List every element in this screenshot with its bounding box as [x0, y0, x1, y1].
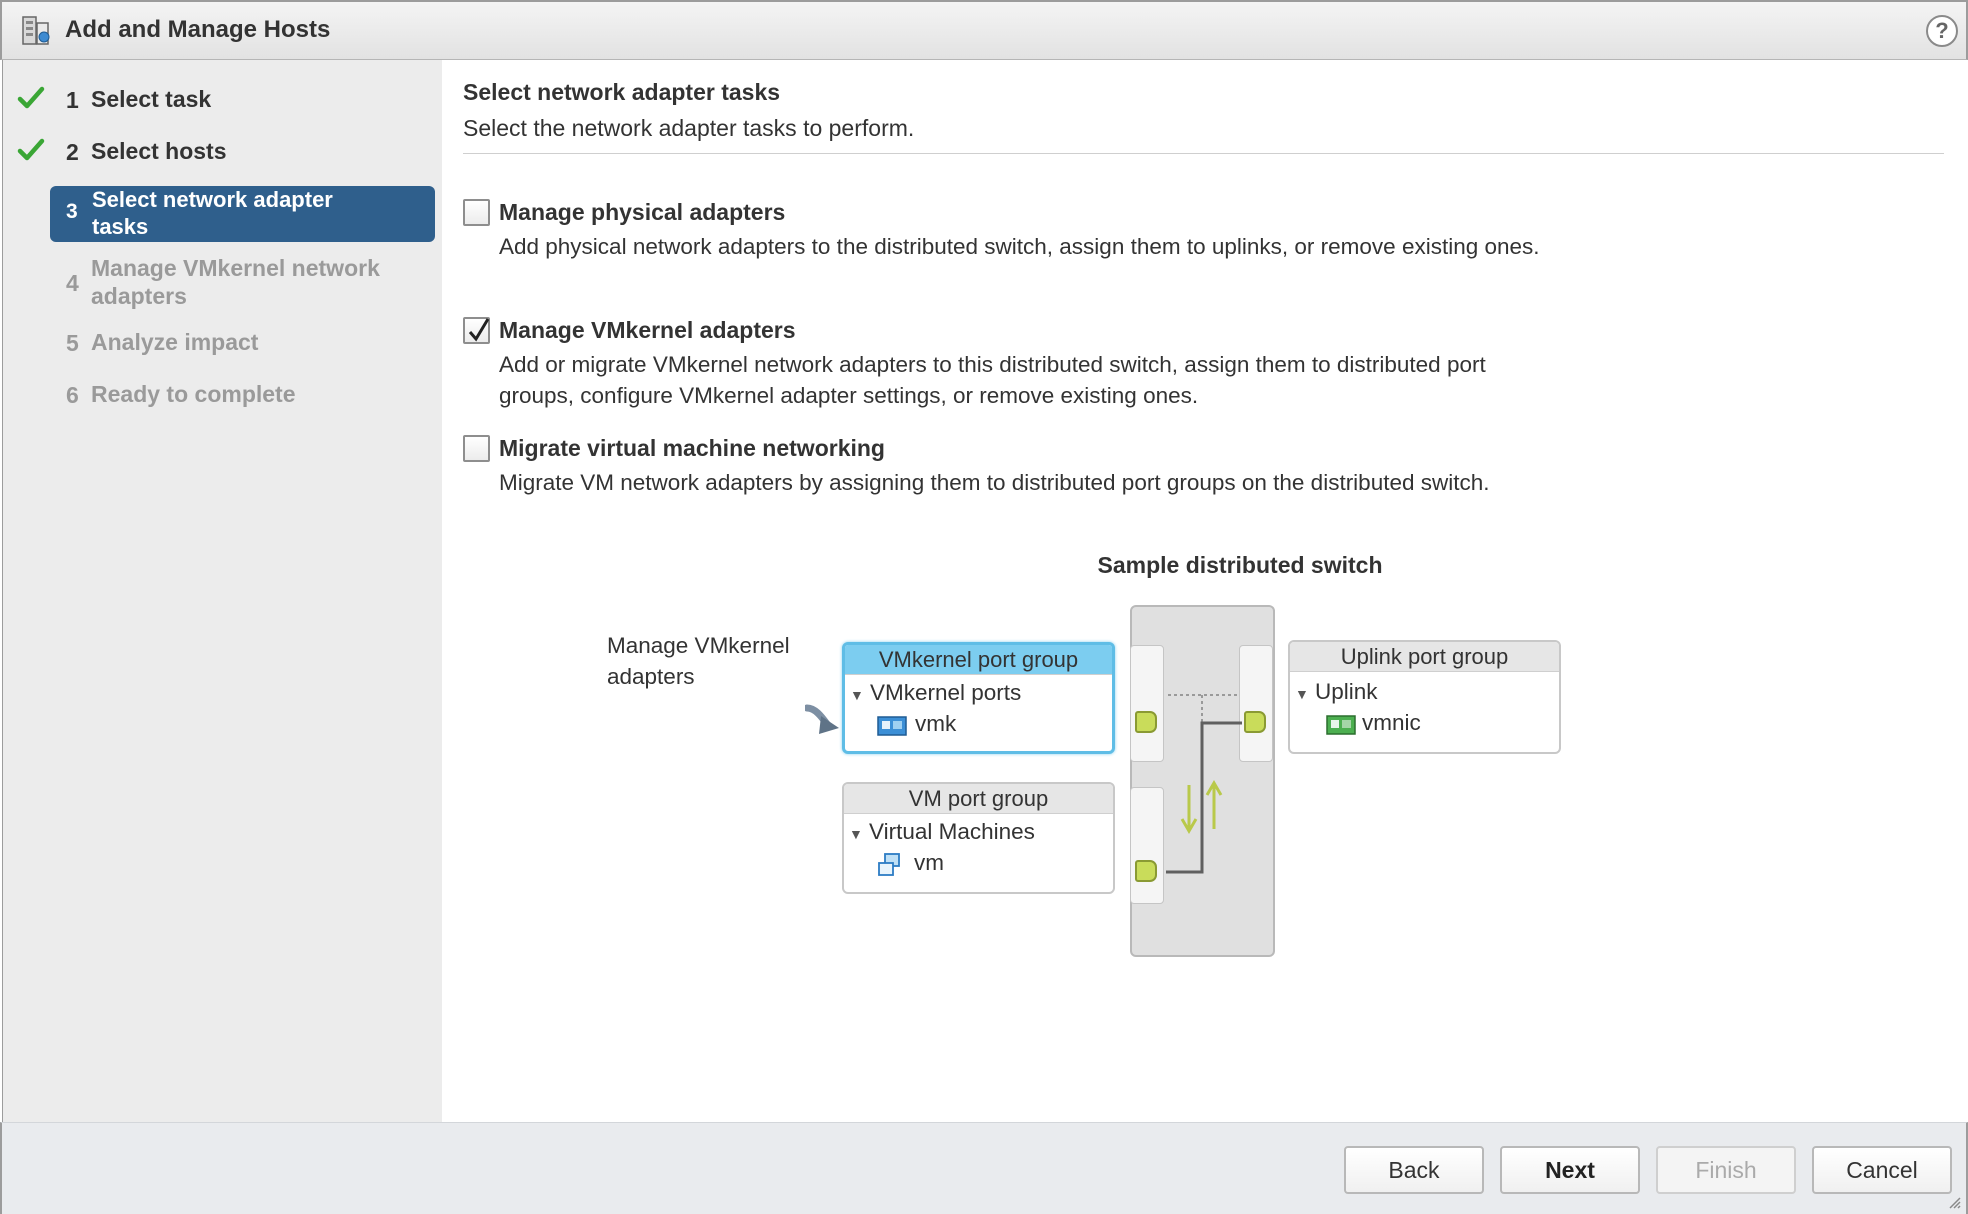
page-title: Select network adapter tasks — [463, 79, 781, 105]
option-description: Migrate VM network adapters by assigning… — [499, 470, 1490, 495]
vmkernel-port-group: VMkernel port group ▼ VMkernel ports vmk — [842, 642, 1115, 754]
page-subtitle: Select the network adapter tasks to perf… — [463, 115, 915, 141]
virtual-machines-label: Virtual Machines — [869, 819, 1035, 844]
step-number: 4 — [66, 270, 79, 296]
option-manage-vmkernel-adapters: Manage VMkernel adapters Add or migrate … — [463, 317, 1613, 408]
divider — [463, 153, 1944, 154]
title-bar: Add and Manage Hosts ? — [0, 0, 1968, 60]
step-number: 6 — [66, 382, 79, 408]
vm-icon — [876, 852, 902, 878]
vmkernel-ports-label: VMkernel ports — [870, 680, 1022, 705]
uplink-label: Uplink — [1315, 679, 1378, 704]
back-button[interactable]: Back — [1344, 1146, 1484, 1194]
distributed-switch — [1130, 605, 1275, 957]
vmkernel-adapter-icon — [877, 715, 907, 737]
step-number: 2 — [66, 139, 79, 165]
manage-physical-adapters-checkbox[interactable] — [463, 199, 490, 226]
expand-triangle-icon: ▼ — [849, 826, 863, 842]
option-migrate-vm-networking: Migrate virtual machine networking Migra… — [463, 435, 1613, 525]
vm-item: vm — [914, 850, 944, 875]
option-description: Add or migrate VMkernel network adapters… — [499, 352, 1486, 408]
finish-button[interactable]: Finish — [1656, 1146, 1796, 1194]
vm-port-icon — [1135, 860, 1157, 882]
uplink-port-group-header: Uplink port group — [1290, 642, 1559, 672]
curved-arrow-icon — [803, 702, 845, 738]
step-analyze-impact: 5 Analyze impact — [3, 328, 443, 364]
step-label: Analyze impact — [91, 329, 259, 355]
wizard-steps-nav: 1 Select task 2 Select hosts 3 Select ne… — [2, 60, 442, 1122]
step-select-task[interactable]: 1 Select task — [3, 85, 443, 121]
uplink-port-icon — [1244, 711, 1266, 733]
step-select-hosts[interactable]: 2 Select hosts — [3, 137, 443, 173]
expand-triangle-icon: ▼ — [1295, 686, 1309, 702]
vmk-item: vmk — [915, 711, 957, 736]
window-title: Add and Manage Hosts — [65, 16, 331, 43]
option-title: Manage VMkernel adapters — [499, 317, 796, 343]
manage-vmkernel-adapters-checkbox[interactable] — [463, 317, 490, 344]
step-label: Select task — [91, 86, 212, 112]
switch-wiring — [1166, 694, 1242, 874]
vm-port-group: VM port group ▼ Virtual Machines vm — [842, 782, 1115, 894]
option-description: Add physical network adapters to the dis… — [499, 234, 1540, 259]
step-label: Select network adapter tasks — [92, 187, 333, 239]
option-manage-physical-adapters: Manage physical adapters Add physical ne… — [463, 199, 1613, 289]
step-label: Manage VMkernel network adapters — [91, 255, 380, 309]
expand-triangle-icon: ▼ — [850, 687, 864, 703]
step-select-network-adapter-tasks[interactable]: 3 Select network adapter tasks — [50, 186, 435, 242]
step-label: Ready to complete — [91, 381, 296, 407]
step-manage-vmkernel-adapters: 4 Manage VMkernel network adapters — [3, 254, 443, 312]
next-button[interactable]: Next — [1500, 1146, 1640, 1194]
vmkernel-port-group-header: VMkernel port group — [845, 645, 1112, 675]
step-number: 3 — [66, 200, 78, 223]
uplink-port-group: Uplink port group ▼ Uplink vmnic — [1288, 640, 1561, 754]
diagram-note: Manage VMkernel adapters — [607, 633, 790, 689]
step-number: 1 — [66, 87, 79, 113]
cancel-button[interactable]: Cancel — [1812, 1146, 1952, 1194]
migrate-vm-networking-checkbox[interactable] — [463, 435, 490, 462]
option-title: Manage physical adapters — [499, 199, 786, 225]
checkmark-icon — [17, 136, 45, 164]
checkmark-icon — [17, 84, 45, 112]
help-icon[interactable]: ? — [1926, 15, 1958, 47]
step-label: Select hosts — [91, 138, 227, 164]
main-panel: Select network adapter tasks Select the … — [442, 60, 1966, 1122]
physical-nic-icon — [1326, 714, 1356, 736]
vm-port-group-header: VM port group — [844, 784, 1113, 814]
wizard-footer: Back Next Finish Cancel — [0, 1122, 1968, 1214]
vmk-port-icon — [1135, 711, 1157, 733]
diagram-title: Sample distributed switch — [1097, 552, 1383, 578]
step-number: 5 — [66, 330, 79, 356]
step-ready-to-complete: 6 Ready to complete — [3, 380, 443, 416]
vmnic-item: vmnic — [1362, 710, 1421, 735]
option-title: Migrate virtual machine networking — [499, 435, 885, 461]
resize-grip-icon[interactable] — [1946, 1194, 1962, 1210]
hosts-icon — [20, 15, 52, 47]
